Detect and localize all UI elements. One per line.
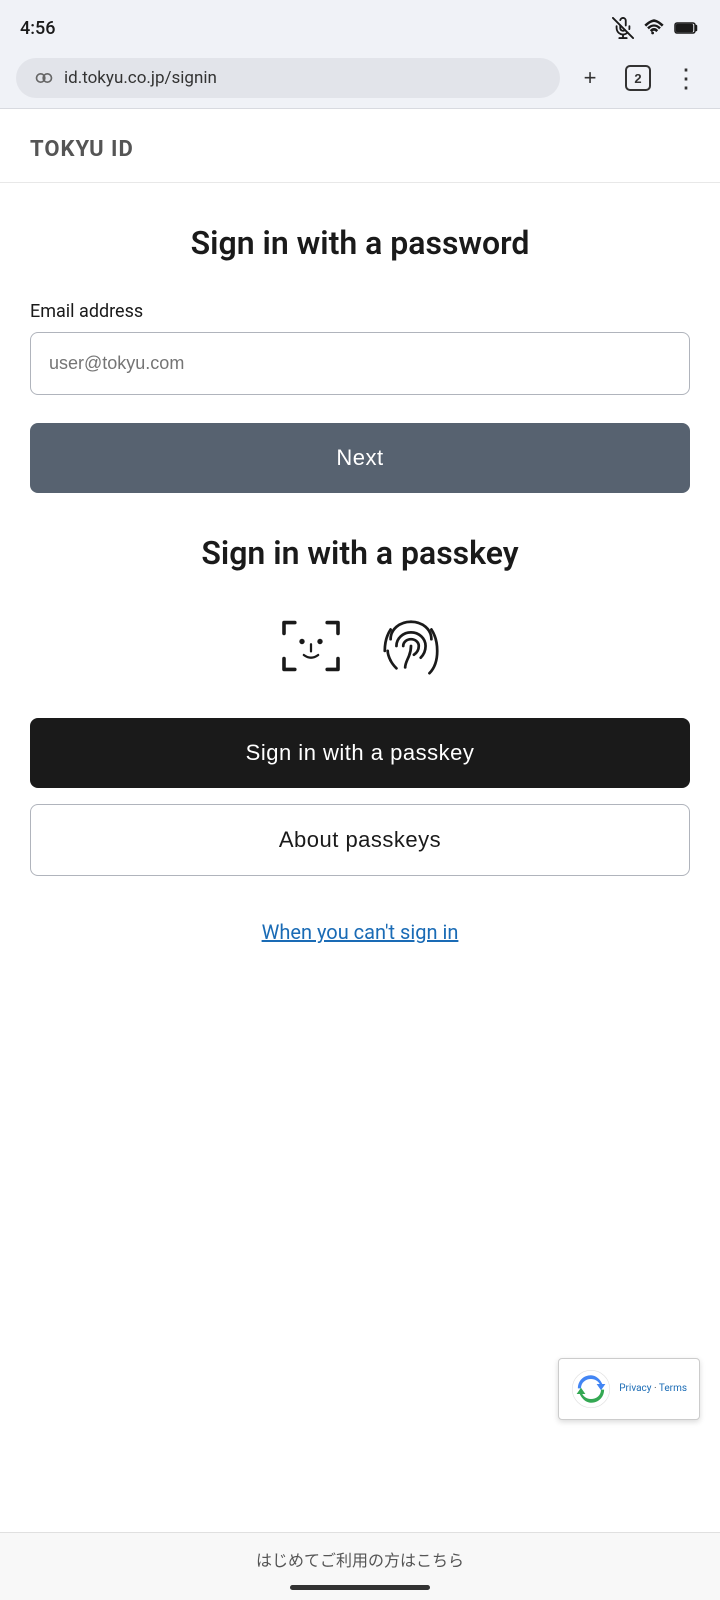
recaptcha-privacy-link[interactable]: Privacy (619, 1383, 651, 1394)
tab-count-box: 2 (625, 65, 651, 91)
recaptcha-terms-link[interactable]: Terms (659, 1383, 687, 1394)
new-tab-button[interactable]: + (572, 60, 608, 96)
cant-sign-in-link[interactable]: When you can't sign in (30, 920, 690, 944)
address-bar-icon (34, 68, 54, 88)
page-wrapper: 4:56 (0, 0, 720, 1600)
footer-text[interactable]: はじめてご利用の方はこちら (0, 1533, 720, 1579)
email-label: Email address (30, 301, 690, 322)
bottom-bar: はじめてご利用の方はこちら (0, 1532, 720, 1600)
recaptcha-badge: Privacy · Terms (558, 1358, 700, 1420)
address-bar[interactable]: id.tokyu.co.jp/signin (16, 58, 560, 98)
face-id-icon (275, 610, 347, 682)
sign-in-passkey-button[interactable]: Sign in with a passkey (30, 718, 690, 788)
brand-header: TOKYU ID (0, 109, 720, 183)
address-bar-url: id.tokyu.co.jp/signin (64, 68, 217, 88)
recaptcha-logo-icon (571, 1369, 611, 1409)
wifi-icon (642, 17, 666, 39)
about-passkeys-button[interactable]: About passkeys (30, 804, 690, 876)
mute-icon (612, 17, 634, 39)
tab-count-button[interactable]: 2 (620, 60, 656, 96)
status-icons (612, 17, 700, 39)
browser-menu-button[interactable]: ⋮ (668, 60, 704, 96)
status-time: 4:56 (20, 18, 55, 39)
brand-title: TOKYU ID (30, 137, 134, 162)
email-input[interactable] (30, 332, 690, 395)
battery-icon (674, 17, 700, 39)
home-indicator (290, 1585, 430, 1590)
browser-chrome: id.tokyu.co.jp/signin + 2 ⋮ (0, 52, 720, 109)
recaptcha-text: Privacy · Terms (619, 1382, 687, 1396)
passkey-section-heading: Sign in with a passkey (30, 533, 690, 575)
fingerprint-icon (377, 612, 445, 680)
password-section-heading: Sign in with a password (30, 223, 690, 265)
next-button[interactable]: Next (30, 423, 690, 493)
passkey-icons-row (30, 610, 690, 682)
main-content: Sign in with a password Email address Ne… (0, 183, 720, 984)
status-bar: 4:56 (0, 0, 720, 52)
